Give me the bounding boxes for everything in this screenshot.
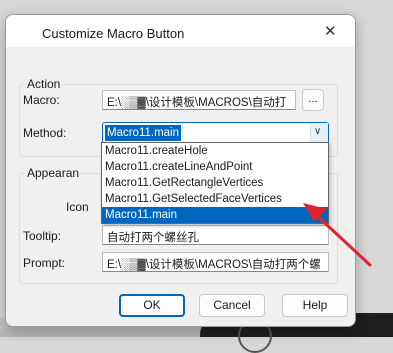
annotation-arrow-shaft: [311, 210, 372, 267]
annotation-arrow-head: [303, 203, 327, 222]
annotation-arrow: [303, 203, 372, 267]
